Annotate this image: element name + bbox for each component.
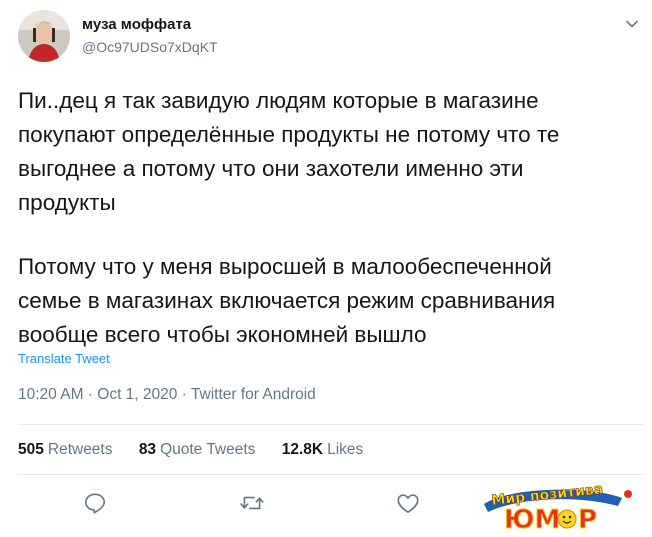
tweet-text-paragraph-1: Пи..дец я так завидую людям которые в ма… xyxy=(18,88,560,215)
retweets-count: 505 xyxy=(18,441,44,458)
translate-tweet-link[interactable]: Translate Tweet xyxy=(18,351,110,366)
chevron-down-icon[interactable] xyxy=(624,16,640,32)
quote-tweets-label: Quote Tweets xyxy=(160,441,256,458)
svg-text:Р: Р xyxy=(578,505,597,532)
quote-tweets-stat[interactable]: 83 Quote Tweets xyxy=(139,441,256,459)
retweets-stat[interactable]: 505 Retweets xyxy=(18,441,113,459)
user-handle[interactable]: @Oc97UDSo7xDqKT xyxy=(82,39,218,55)
avatar[interactable] xyxy=(18,10,70,62)
likes-label: Likes xyxy=(327,441,364,458)
engagement-stats: 505 Retweets 83 Quote Tweets 12.8K Likes xyxy=(18,441,385,459)
display-name[interactable]: муза моффата xyxy=(82,16,191,33)
tweet-timestamp-source[interactable]: 10:20 AM · Oct 1, 2020 · Twitter for And… xyxy=(18,386,316,404)
reply-icon xyxy=(84,493,106,514)
retweet-icon xyxy=(240,496,264,510)
divider xyxy=(18,424,644,425)
quote-tweets-count: 83 xyxy=(138,441,157,458)
tweet-card: муза моффата @Oc97UDSo7xDqKT Пи..дец я т… xyxy=(0,0,652,536)
svg-text:ЮМ: ЮМ xyxy=(504,505,560,532)
avatar-image xyxy=(18,10,70,62)
retweet-button[interactable] xyxy=(239,490,265,516)
like-icon xyxy=(397,494,419,514)
reply-button[interactable] xyxy=(82,490,108,516)
like-button[interactable] xyxy=(395,490,421,516)
tweet-text-paragraph-2: Потому что у меня выросшей в малообеспеч… xyxy=(18,254,556,347)
divider xyxy=(18,474,644,475)
retweets-label: Retweets xyxy=(47,441,113,458)
watermark-logo: Мир позитива ЮМ Р xyxy=(482,481,642,536)
likes-count: 12.8K xyxy=(281,441,324,458)
likes-stat[interactable]: 12.8K Likes xyxy=(282,441,364,459)
